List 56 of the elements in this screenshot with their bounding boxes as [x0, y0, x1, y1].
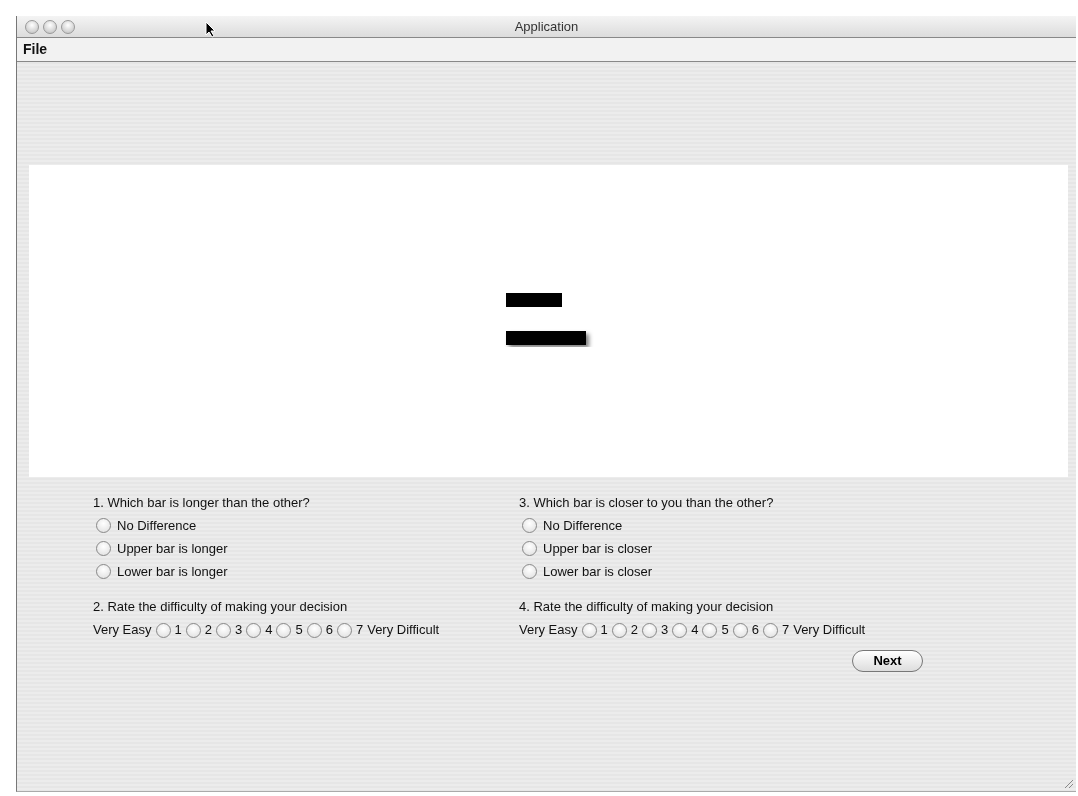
question-text: 3. Which bar is closer to you than the other?	[519, 494, 775, 512]
radio-button[interactable]	[732, 622, 748, 638]
option-label: Lower bar is closer	[543, 562, 653, 581]
option-label: 6	[325, 621, 333, 640]
radio-button[interactable]	[611, 622, 627, 638]
option-label: Lower bar is longer	[117, 562, 228, 581]
zoom-button[interactable]	[61, 19, 75, 34]
radio-button[interactable]	[522, 518, 537, 533]
option-label: 6	[751, 621, 759, 640]
radio-button[interactable]	[336, 622, 352, 638]
radio-button[interactable]	[642, 622, 657, 638]
radio-button[interactable]	[306, 622, 322, 638]
radio-button[interactable]	[96, 518, 111, 533]
scale-label: Very Easy	[93, 621, 152, 640]
radio-button[interactable]	[581, 622, 597, 638]
question-text: 1. Which bar is longer than the other?	[93, 494, 311, 512]
next-button[interactable]: Next	[852, 650, 923, 672]
option-label: 1	[174, 621, 182, 640]
radio-button[interactable]	[702, 622, 718, 638]
option-label: 4	[691, 621, 699, 640]
option-label: 2	[630, 621, 638, 640]
radio-button[interactable]	[216, 622, 231, 638]
option-label: No Difference	[543, 516, 623, 535]
resize-grip-icon[interactable]	[1062, 777, 1074, 789]
radio-button[interactable]	[522, 541, 537, 556]
radio-button[interactable]	[762, 622, 778, 638]
radio-button[interactable]	[276, 622, 292, 638]
question-text: 4. Rate the difficulty of making your decision	[519, 598, 775, 616]
minimize-button[interactable]	[43, 19, 57, 34]
cursor-icon	[205, 21, 216, 38]
option-label: 1	[600, 621, 608, 640]
option-label: 2	[204, 621, 212, 640]
option-label: No Difference	[117, 516, 197, 535]
option-label: Upper bar is longer	[117, 539, 228, 558]
radio-button[interactable]	[522, 564, 537, 579]
radio-button[interactable]	[185, 622, 201, 638]
radio-button[interactable]	[96, 541, 111, 556]
option-label: Upper bar is closer	[543, 539, 653, 558]
radio-button[interactable]	[672, 622, 688, 638]
option-label: 7	[781, 621, 790, 640]
option-label: 5	[721, 621, 729, 640]
option-label: 5	[295, 621, 303, 640]
option-label: 3	[235, 621, 243, 640]
scale-label: Very Easy	[519, 621, 578, 640]
radio-button[interactable]	[96, 564, 111, 579]
window-title: Application	[514, 18, 579, 34]
scale-label: Very Difficult	[793, 621, 866, 640]
radio-button[interactable]	[246, 622, 262, 638]
radio-button[interactable]	[155, 622, 171, 638]
menu-item[interactable]: File	[21, 39, 50, 60]
scale-label: Very Difficult	[367, 621, 440, 640]
option-label: 7	[355, 621, 364, 640]
close-button[interactable]	[25, 19, 39, 34]
option-label: 3	[661, 621, 669, 640]
option-label: 4	[265, 621, 273, 640]
question-text: 2. Rate the difficulty of making your decision	[93, 598, 349, 616]
